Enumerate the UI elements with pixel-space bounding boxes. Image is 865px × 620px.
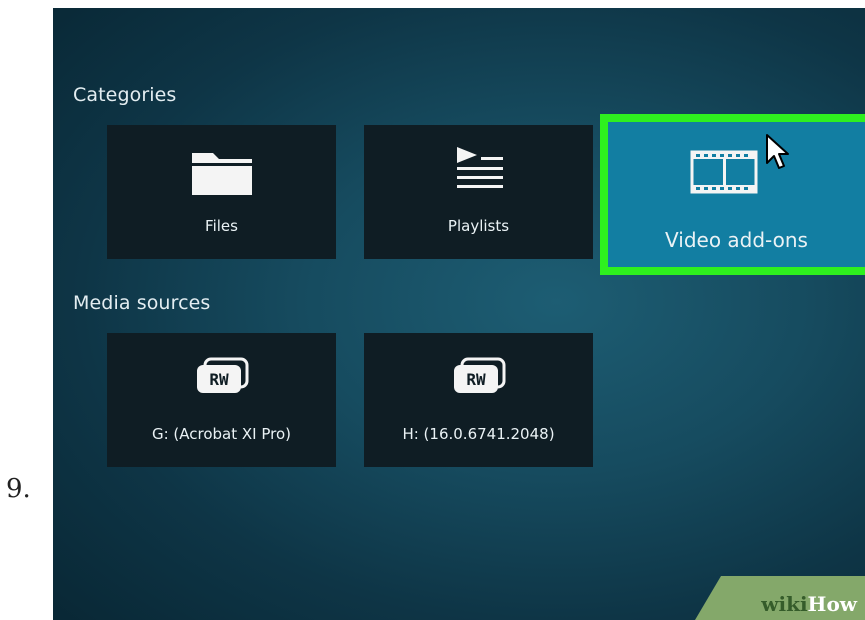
rw-drive-icon: RW [450,357,508,399]
h-drive-tile[interactable]: RW H: (16.0.6741.2048) [364,333,593,467]
film-strip-icon [690,148,758,200]
rw-drive-icon: RW [193,357,251,399]
g-drive-label: G: (Acrobat XI Pro) [151,425,292,443]
media-sources-heading: Media sources [73,292,211,314]
rw-badge-text: RW [209,370,229,389]
wikihow-wiki-text: wiki [761,592,808,616]
h-drive-label: H: (16.0.6741.2048) [402,425,555,443]
wikihow-how-text: How [807,592,857,616]
video-addons-label: Video add-ons [665,228,808,252]
files-tile[interactable]: Files [107,125,336,259]
playlists-label: Playlists [447,217,510,235]
g-drive-tile[interactable]: RW G: (Acrobat XI Pro) [107,333,336,467]
step-number: 9. [6,474,31,504]
playlist-icon [451,145,507,197]
wikihow-watermark: wikiHow [695,576,865,620]
folder-icon [189,147,255,203]
rw-badge-text: RW [466,370,486,389]
playlists-tile[interactable]: Playlists [364,125,593,259]
files-label: Files [205,217,238,235]
mouse-pointer-icon [765,133,791,177]
categories-heading: Categories [73,84,177,106]
video-addons-tile[interactable]: Video add-ons [600,114,865,275]
kodi-screen: Categories Files Playlists Video add-ons… [53,8,865,620]
